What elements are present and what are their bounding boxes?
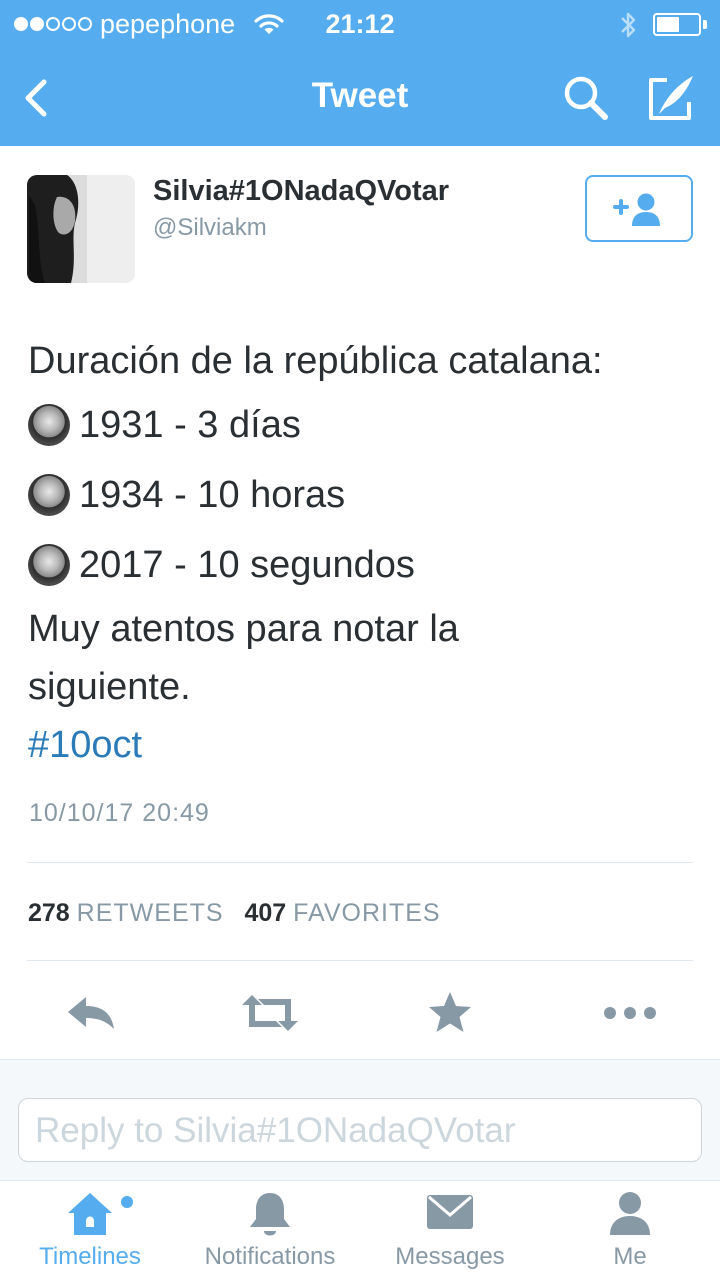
tweet-timestamp: 10/10/17 20:49 <box>29 799 210 827</box>
reply-button[interactable] <box>58 985 122 1041</box>
hashtag-link[interactable]: #10oct <box>28 716 698 774</box>
bluetooth-icon <box>618 10 638 45</box>
reply-icon <box>68 997 114 1029</box>
battery-level <box>657 17 679 32</box>
person-icon <box>606 1189 654 1242</box>
tab-notifications[interactable]: Notifications <box>180 1181 360 1280</box>
avatar[interactable] <box>27 175 135 283</box>
divider <box>27 862 693 863</box>
retweets-label: RETWEETS <box>76 899 224 927</box>
tweet-line-outro-2: siguiente. <box>28 666 191 708</box>
more-button[interactable] <box>598 985 662 1041</box>
battery-icon <box>653 13 701 36</box>
more-icon <box>604 1007 656 1019</box>
tweet-line-1931: 1931 - 3 días <box>28 390 698 460</box>
radio-button-emoji-icon <box>28 474 70 516</box>
add-user-icon <box>613 193 660 226</box>
tweet-text: Duración de la república catalana: 1931 … <box>28 332 698 774</box>
tweet-item-text: 1934 - 10 horas <box>79 474 346 516</box>
navigation-bar: Tweet <box>0 50 720 146</box>
top-bar: pepephone 21:12 Tweet <box>0 0 720 146</box>
radio-button-emoji-icon <box>28 544 70 586</box>
follow-button[interactable] <box>585 175 693 242</box>
radio-button-emoji-icon <box>28 404 70 446</box>
retweet-button[interactable] <box>238 985 302 1041</box>
compose-icon <box>649 76 693 120</box>
tab-messages[interactable]: Messages <box>360 1181 540 1280</box>
tweet-line-2017: 2017 - 10 segundos <box>28 530 698 600</box>
tweet-detail-screen: pepephone 21:12 Tweet Silvia#1ONadaQVota… <box>0 0 720 1280</box>
status-time: 21:12 <box>325 9 395 39</box>
status-bar: pepephone 21:12 <box>0 0 720 50</box>
favorites-stat[interactable]: 407 FAVORITES <box>244 899 440 927</box>
tab-timelines[interactable]: Timelines <box>0 1181 180 1280</box>
favorite-button[interactable] <box>418 985 482 1041</box>
tab-label: Timelines <box>39 1243 141 1270</box>
favorite-star-icon <box>429 992 471 1032</box>
tab-label: Notifications <box>204 1243 336 1270</box>
search-icon <box>564 76 608 120</box>
tweet-line-outro-1: Muy atentos para notar la <box>28 608 459 650</box>
search-button[interactable] <box>560 72 612 124</box>
tweet-line-1934: 1934 - 10 horas <box>28 460 698 530</box>
tab-bar: Timelines Notifications Messages Me <box>0 1180 720 1280</box>
author-handle[interactable]: @Silviakm <box>153 214 267 242</box>
retweets-stat[interactable]: 278 RETWEETS <box>28 899 231 927</box>
home-icon <box>64 1189 116 1242</box>
retweet-icon <box>242 995 298 1031</box>
page-title: Tweet <box>311 76 409 115</box>
tweet-item-text: 1931 - 3 días <box>79 404 301 446</box>
author-name[interactable]: Silvia#1ONadaQVotar <box>153 175 449 208</box>
tweet-line-intro: Duración de la república catalana: <box>28 340 603 382</box>
favorites-count: 407 <box>244 899 287 927</box>
tab-label: Messages <box>395 1243 505 1270</box>
favorites-label: FAVORITES <box>293 899 441 927</box>
tweet-item-text: 2017 - 10 segundos <box>79 544 415 586</box>
envelope-icon <box>425 1189 475 1238</box>
compose-button[interactable] <box>643 70 699 126</box>
tab-me[interactable]: Me <box>540 1181 720 1280</box>
new-content-dot <box>121 1196 133 1208</box>
tweet-stats: 278 RETWEETS 407 FAVORITES <box>28 899 441 928</box>
reply-input[interactable]: Reply to Silvia#1ONadaQVotar <box>18 1098 702 1162</box>
divider <box>27 960 693 961</box>
retweets-count: 278 <box>28 899 70 927</box>
battery-cap <box>703 20 707 29</box>
tab-label: Me <box>613 1243 647 1270</box>
bell-icon <box>246 1189 294 1244</box>
